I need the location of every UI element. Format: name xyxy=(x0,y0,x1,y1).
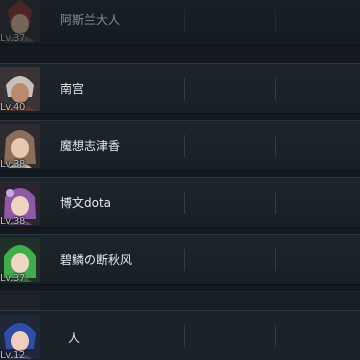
friend-row[interactable]: Lv.38 博文dota xyxy=(0,177,360,228)
level-label: Lv.12 xyxy=(0,350,26,359)
avatar: Lv.38 xyxy=(0,181,40,225)
level-label: Lv.37 xyxy=(0,33,26,42)
level-label: Lv.40 xyxy=(0,102,26,111)
divider xyxy=(184,325,185,347)
avatar: Lv.37 xyxy=(0,238,40,282)
self-row[interactable]: Lv.12 人 xyxy=(0,310,360,360)
friend-row[interactable]: Lv.40 南宫 xyxy=(0,63,360,114)
divider xyxy=(275,325,276,347)
avatar: Lv.38 xyxy=(0,124,40,168)
divider xyxy=(275,249,276,271)
self-avatar: Lv.12 xyxy=(0,315,40,359)
friend-name: 碧鳞の断秋风 xyxy=(60,253,133,267)
friend-row[interactable]: Lv.37 碧鳞の断秋风 xyxy=(0,234,360,285)
level-label: Lv.38 xyxy=(0,216,26,225)
friend-name: 博文dota xyxy=(60,196,112,210)
divider xyxy=(275,78,276,100)
avatar: Lv.40 xyxy=(0,67,40,111)
self-name: 人 xyxy=(68,331,81,345)
divider xyxy=(275,192,276,214)
friend-name: 魔想志津香 xyxy=(60,139,121,153)
divider xyxy=(275,9,276,31)
friend-row[interactable]: Lv.38 魔想志津香 xyxy=(0,120,360,171)
divider xyxy=(184,135,185,157)
divider xyxy=(184,9,185,31)
divider xyxy=(184,249,185,271)
friend-name: 阿斯兰大人 xyxy=(60,13,121,27)
friend-row[interactable]: Lv.37 阿斯兰大人 xyxy=(0,0,360,45)
divider xyxy=(275,135,276,157)
level-label: Lv.37 xyxy=(0,273,26,282)
avatar: Lv.37 xyxy=(0,0,40,42)
divider xyxy=(184,192,185,214)
level-label: Lv.38 xyxy=(0,159,26,168)
friend-name: 南宫 xyxy=(60,82,85,96)
friend-list[interactable]: Lv.37 阿斯兰大人 Lv.40 南宫 Lv.38 魔想志津香 Lv.38 博… xyxy=(0,0,360,360)
divider xyxy=(184,78,185,100)
